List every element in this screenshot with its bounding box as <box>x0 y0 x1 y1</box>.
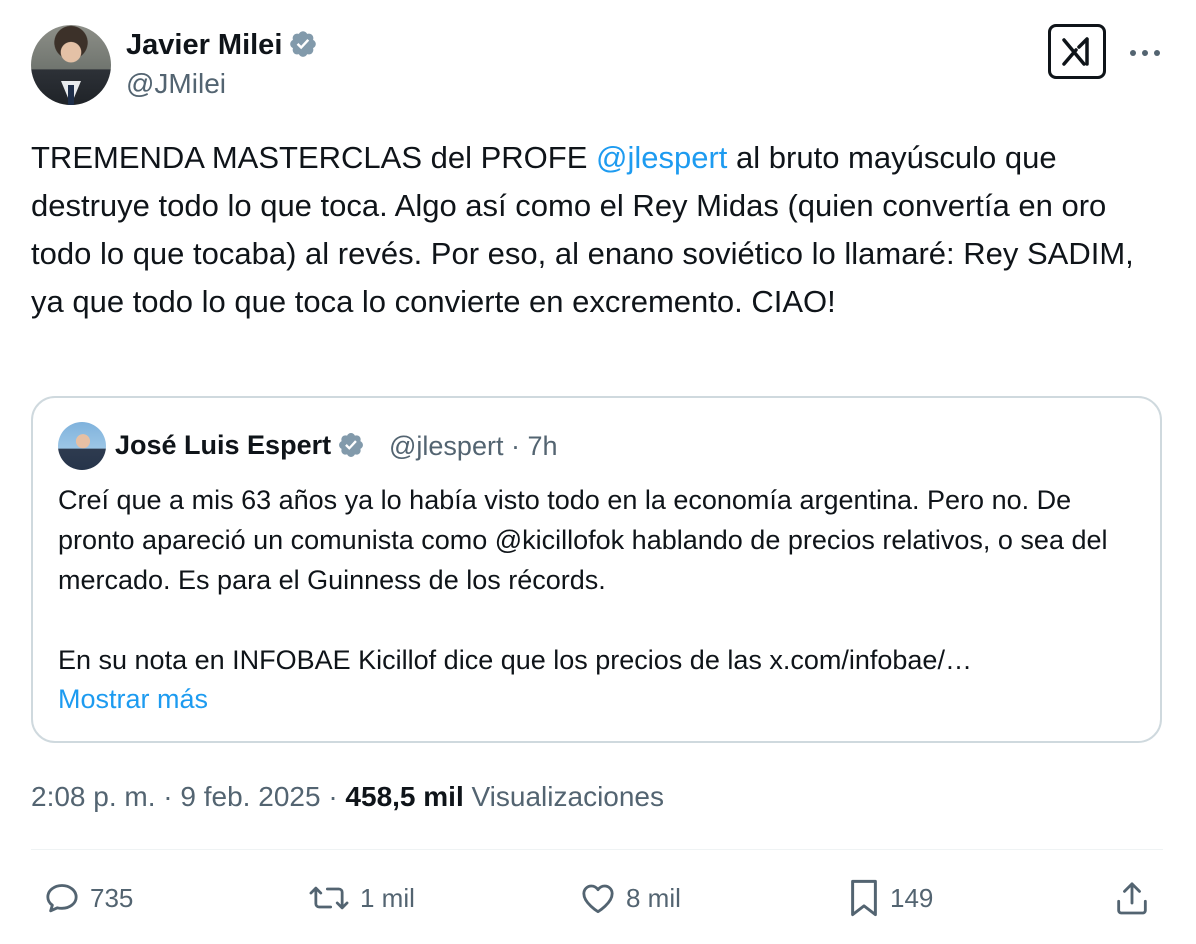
quoted-author-avatar[interactable] <box>58 422 106 470</box>
grok-button[interactable] <box>1048 24 1106 79</box>
quoted-text: Creí que a mis 63 años ya lo había visto… <box>58 480 1138 680</box>
heart-icon <box>582 884 614 914</box>
tweet-time[interactable]: 2:08 p. m. <box>31 781 156 812</box>
quoted-text-paragraph-2: En su nota en INFOBAE Kicillof dice que … <box>58 645 972 675</box>
tweet-text: TREMENDA MASTERCLAS del PROFE @jlespert … <box>31 134 1171 326</box>
bookmark-button[interactable]: 149 <box>846 876 933 920</box>
avatar-tie <box>68 85 74 105</box>
repost-button[interactable]: 1 mil <box>306 876 415 920</box>
tweet-mention-link[interactable]: @jlespert <box>596 140 727 175</box>
quoted-author-name-row[interactable]: José Luis Espert <box>115 428 365 462</box>
verified-badge-icon <box>290 31 317 58</box>
quoted-author-name[interactable]: José Luis Espert <box>115 430 331 460</box>
views-count: 458,5 mil <box>345 781 464 812</box>
reply-icon <box>46 884 78 913</box>
views-label: Visualizaciones <box>471 781 665 812</box>
bookmark-icon <box>851 879 877 917</box>
quoted-meta: @jlespert · 7h <box>389 429 558 463</box>
quoted-tweet-card[interactable]: José Luis Espert @jlespert · 7h Creí que… <box>31 396 1162 743</box>
show-more-link[interactable]: Mostrar más <box>58 680 208 718</box>
repost-icon <box>309 886 349 910</box>
divider <box>31 849 1163 850</box>
repost-count: 1 mil <box>360 882 415 913</box>
quoted-author-handle[interactable]: @jlespert <box>389 431 503 461</box>
author-name[interactable]: Javier Milei <box>126 29 282 61</box>
more-dots-icon <box>1130 50 1160 56</box>
grok-icon <box>1062 36 1089 66</box>
tweet-timestamp-row: 2:08 p. m. · 9 feb. 2025 · 458,5 mil Vis… <box>31 779 664 815</box>
share-button[interactable] <box>1112 876 1152 920</box>
author-handle[interactable]: @JMilei <box>126 66 226 102</box>
reply-button[interactable]: 735 <box>42 876 133 920</box>
tweet-text-part-1: TREMENDA MASTERCLAS del PROFE <box>31 140 597 175</box>
reply-count: 735 <box>90 882 134 913</box>
quoted-text-paragraph-1: Creí que a mis 63 años ya lo había visto… <box>58 485 1116 595</box>
timestamp-separator: · <box>163 781 173 812</box>
timestamp-separator: · <box>328 781 338 812</box>
bookmark-count: 149 <box>890 882 934 913</box>
more-options-button[interactable] <box>1125 40 1165 64</box>
quoted-separator: · <box>510 431 520 461</box>
author-name-row[interactable]: Javier Milei <box>126 27 318 63</box>
quoted-age[interactable]: 7h <box>527 431 557 461</box>
tweet-date[interactable]: 9 feb. 2025 <box>180 781 320 812</box>
like-button[interactable]: 8 mil <box>578 876 681 920</box>
verified-badge-icon <box>339 432 364 457</box>
share-icon <box>1117 882 1147 915</box>
like-count: 8 mil <box>626 882 681 913</box>
author-avatar[interactable] <box>31 25 111 105</box>
